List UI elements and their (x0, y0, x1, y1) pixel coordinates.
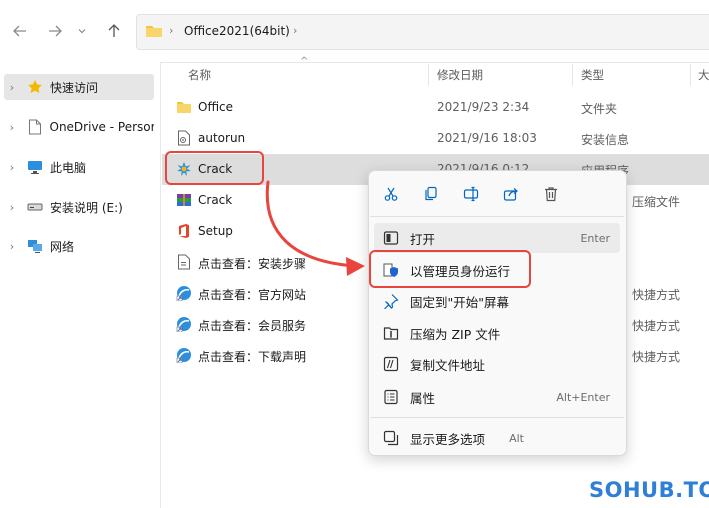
annotation-arrow-icon (265, 180, 365, 276)
watermark-logo: SOHUB.TOP (589, 478, 709, 502)
